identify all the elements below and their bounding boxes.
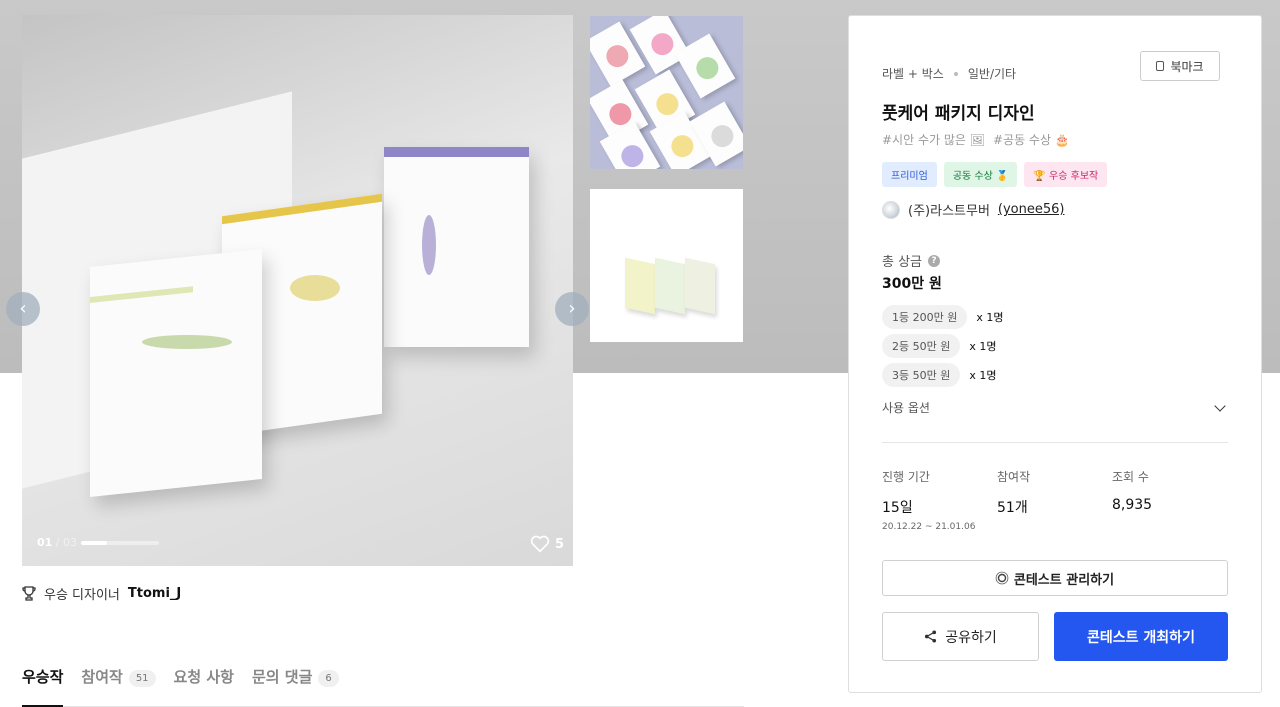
stat-value: 8,935 (1112, 497, 1153, 513)
winner-candidate-badge: 🏆 우승 후보작 (1024, 162, 1108, 187)
tab-comments[interactable]: 문의 댓글 6 (252, 666, 339, 707)
gallery-counter: 01 / 03 (37, 536, 77, 549)
designer-label: 우승 디자이너 (44, 588, 120, 603)
trophy-icon (22, 586, 36, 601)
tab-label: 참여작 (81, 668, 123, 686)
product-box-green (90, 248, 262, 498)
counter-total: 03 (63, 536, 78, 549)
prize-label: 총 상금 ? (882, 251, 941, 270)
hashtag[interactable]: #공동 수상 🎂 (993, 131, 1070, 148)
host-info: (주)라스트무버 (yonee56) (882, 200, 1064, 219)
main-gallery-image[interactable] (22, 15, 573, 566)
thumb-box (685, 257, 715, 315)
bookmark-label: 북마크 (1170, 59, 1204, 74)
share-button[interactable]: 공유하기 (882, 612, 1039, 661)
prize-row: 1등 200만 원 x 1명 (882, 305, 1003, 329)
prize-count: x 1명 (976, 311, 1004, 324)
prize-total: 300만 원 (882, 276, 942, 292)
chevron-down-icon (1214, 399, 1226, 412)
tab-count: 6 (318, 670, 339, 687)
breadcrumb: 라벨 + 박스 일반/기타 (882, 65, 1016, 82)
counter-current: 01 (37, 536, 53, 549)
info-icon[interactable]: ? (928, 254, 941, 267)
lavender-illustration (422, 215, 436, 275)
gallery-next-button[interactable]: › (555, 292, 589, 326)
host-username-link[interactable]: (yonee56) (998, 202, 1065, 217)
tab-winner[interactable]: 우승작 (22, 666, 64, 707)
leaf-illustration (142, 335, 232, 349)
tab-label: 문의 댓글 (251, 668, 313, 686)
gear-icon (997, 573, 1007, 583)
heart-icon (530, 535, 550, 553)
contest-title: 풋케어 패키지 디자인 (882, 104, 1035, 124)
hashtag[interactable]: #시안 수가 많은 🖼 (882, 131, 985, 148)
host-name: (주)라스트무버 (908, 204, 990, 219)
bookmark-button[interactable]: 북마크 (1140, 51, 1220, 81)
stat-value: 15일 (882, 500, 913, 516)
stat-label: 조회 수 (1112, 470, 1149, 484)
tab-requests[interactable]: 요청 사항 (174, 666, 234, 707)
stat-label: 참여작 (997, 470, 1031, 484)
prize-label-text: 총 상금 (882, 255, 923, 270)
stat-label: 진행 기간 (882, 470, 930, 484)
badges: 프리미엄 공동 수상 🥇 🏆 우승 후보작 (882, 162, 1108, 187)
thumb-box (625, 257, 655, 315)
prize-rank: 1등 200만 원 (882, 305, 968, 329)
host-contest-button[interactable]: 콘테스트 개최하기 (1054, 612, 1228, 661)
prize-count: x 1명 (969, 340, 997, 353)
manage-contest-button[interactable]: 콘테스트 관리하기 (882, 560, 1228, 596)
stat-period: 진행 기간 15일 20.12.22 ~ 21.01.06 (882, 468, 975, 532)
flower-illustration (290, 275, 340, 301)
like-button[interactable]: 5 (530, 535, 564, 553)
chevron-right-icon: › (568, 298, 576, 319)
counter-separator: / (52, 536, 64, 549)
product-box-lavender (384, 147, 529, 347)
breadcrumb-separator (953, 71, 958, 76)
joint-award-badge: 공동 수상 🥇 (943, 162, 1018, 187)
tab-count: 51 (128, 670, 156, 687)
stat-date-range: 20.12.22 ~ 21.01.06 (882, 522, 976, 532)
prize-row: 3등 50만 원 x 1명 (882, 363, 996, 387)
host-contest-label: 콘테스트 개최하기 (1087, 629, 1195, 646)
gallery-progress-fill (81, 541, 107, 545)
prize-row: 2등 50만 원 x 1명 (882, 334, 996, 358)
hashtags: #시안 수가 많은 🖼 #공동 수상 🎂 (882, 131, 1070, 148)
like-count: 5 (555, 536, 565, 552)
breadcrumb-category[interactable]: 라벨 + 박스 (882, 65, 944, 82)
breadcrumb-subcategory[interactable]: 일반/기타 (968, 65, 1016, 82)
bookmark-icon (1156, 61, 1165, 71)
gallery-prev-button[interactable]: ‹ (6, 292, 40, 326)
content-tabs: 우승작 참여작 51 요청 사항 문의 댓글 6 (22, 666, 744, 707)
stat-participants: 참여작 51개 (997, 468, 1030, 517)
premium-badge: 프리미엄 (882, 162, 937, 187)
thumb-box (655, 257, 685, 315)
chevron-left-icon: ‹ (19, 298, 27, 319)
tab-entries[interactable]: 참여작 51 (81, 666, 156, 707)
gallery-thumbnail-1[interactable] (590, 16, 743, 169)
share-icon (925, 630, 937, 643)
usage-options-label: 사용 옵션 (882, 401, 930, 415)
prize-count: x 1명 (969, 369, 997, 382)
tab-label: 요청 사항 (173, 668, 234, 686)
avatar (882, 200, 900, 219)
prize-rank: 3등 50만 원 (882, 363, 961, 387)
tab-label: 우승작 (22, 668, 64, 686)
contest-info-panel: 라벨 + 박스 일반/기타 북마크 풋케어 패키지 디자인 #시안 수가 많은 … (848, 15, 1262, 693)
usage-options-toggle[interactable]: 사용 옵션 (882, 399, 1228, 416)
gallery-thumbnail-2[interactable] (590, 189, 743, 342)
manage-contest-label: 콘테스트 관리하기 (1013, 572, 1115, 588)
gallery-progress (81, 541, 159, 545)
stat-value: 51개 (997, 500, 1028, 516)
designer-name[interactable]: Ttomi_J (128, 586, 181, 601)
share-label: 공유하기 (945, 629, 997, 646)
winner-designer: 우승 디자이너 Ttomi_J (22, 584, 181, 603)
divider (882, 442, 1228, 443)
prize-rank: 2등 50만 원 (882, 334, 961, 358)
stat-views: 조회 수 8,935 (1112, 468, 1152, 513)
